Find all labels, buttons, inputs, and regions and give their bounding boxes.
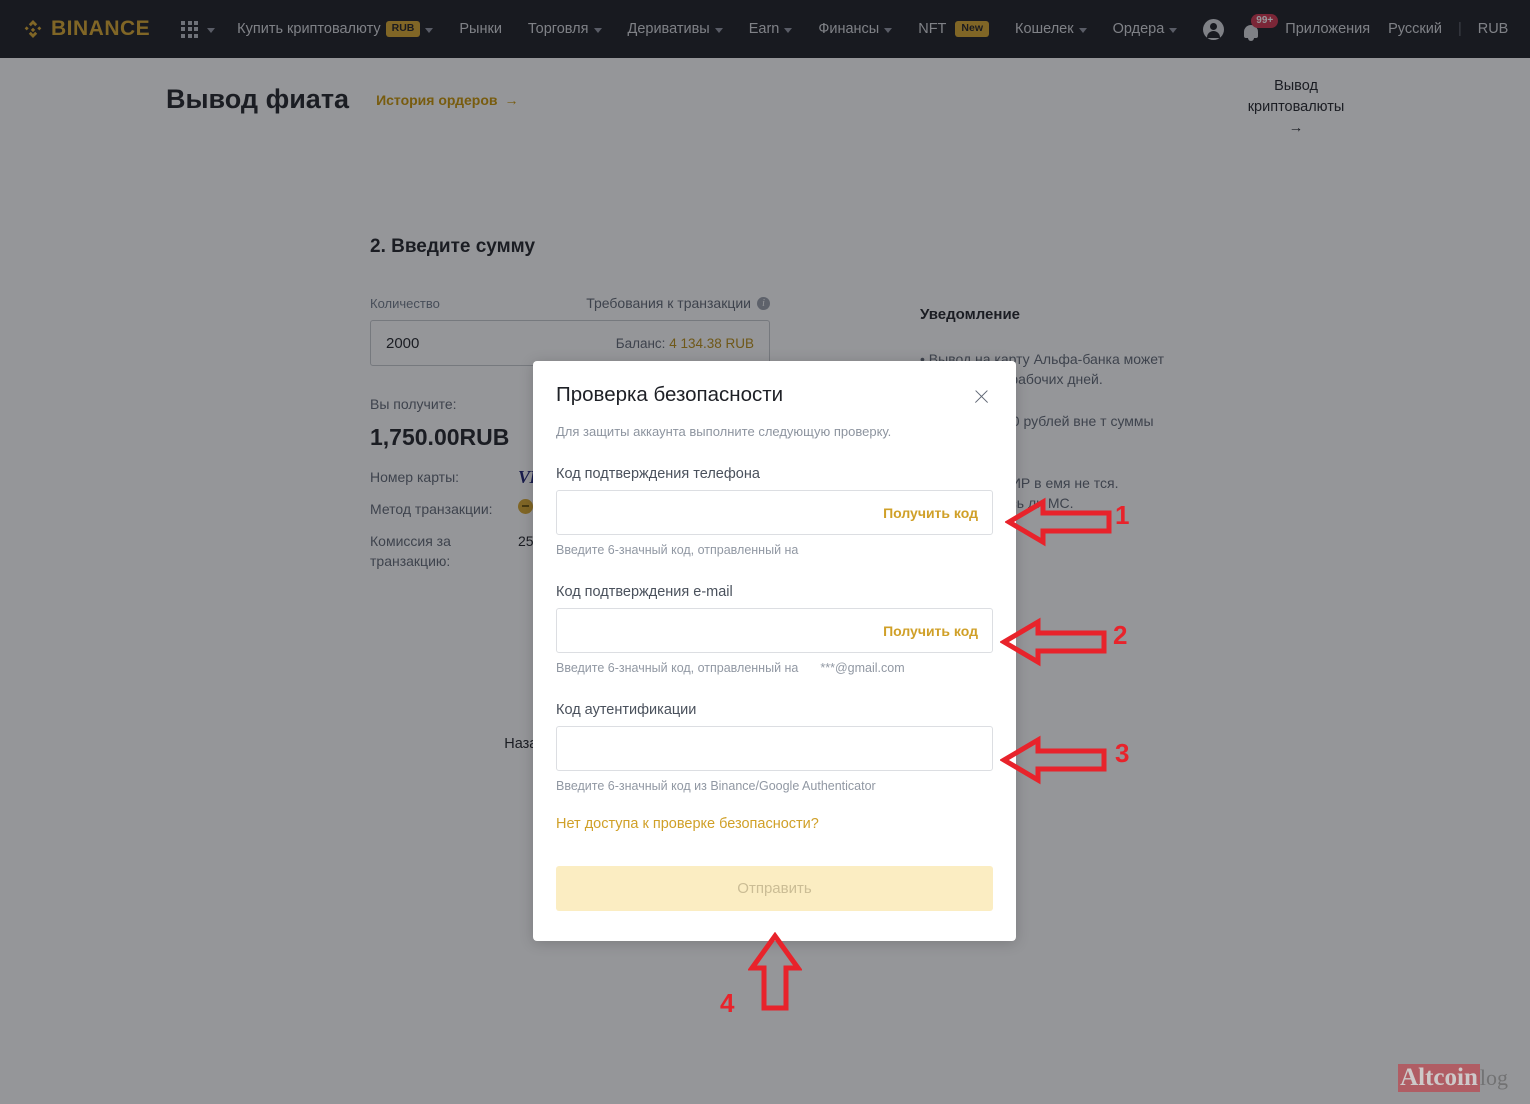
email-code-input[interactable]: Получить код	[556, 608, 993, 653]
hint-extra: ***@gmail.com	[820, 661, 905, 675]
email-code-hint: Введите 6-значный код, отправленный на *…	[556, 661, 993, 675]
annotation-arrow-2	[1000, 617, 1107, 667]
submit-button[interactable]: Отправить	[556, 866, 993, 911]
hint-text: Введите 6-значный код, отправленный на	[556, 661, 799, 675]
phone-code-hint: Введите 6-значный код, отправленный на	[556, 543, 993, 557]
annotation-arrow-1	[1005, 497, 1112, 547]
security-verification-dialog: Проверка безопасности Для защиты аккаунт…	[533, 361, 1016, 941]
dialog-subtitle: Для защиты аккаунта выполните следующую …	[556, 424, 892, 439]
annotation-number-4: 4	[720, 988, 735, 1018]
auth-code-label: Код аутентификации	[556, 702, 697, 718]
annotation-number-1: 1	[1115, 500, 1130, 530]
dialog-title: Проверка безопасности	[556, 383, 784, 406]
annotation-number-2: 2	[1113, 620, 1128, 650]
hint-text: Введите 6-значный код из Binance/Google …	[556, 779, 876, 793]
phone-code-input[interactable]: Получить код	[556, 490, 993, 535]
auth-code-field-group: Код аутентификации Введите 6-значный код…	[556, 702, 993, 793]
get-code-button-phone[interactable]: Получить код	[883, 505, 978, 521]
dialog-header: Проверка безопасности	[556, 383, 993, 408]
email-code-field-group: Код подтверждения e-mail Получить код Вв…	[556, 584, 993, 675]
watermark-part2: log	[1479, 1065, 1508, 1090]
hint-text: Введите 6-значный код, отправленный на	[556, 543, 799, 557]
email-code-label: Код подтверждения e-mail	[556, 584, 733, 600]
no-access-link[interactable]: Нет доступа к проверке безопасности?	[556, 816, 993, 832]
close-icon[interactable]	[971, 386, 993, 408]
auth-code-hint: Введите 6-значный код из Binance/Google …	[556, 779, 993, 793]
annotation-number-3: 3	[1115, 738, 1130, 768]
watermark-part1: Altcoin	[1398, 1064, 1480, 1092]
phone-code-field-group: Код подтверждения телефона Получить код …	[556, 466, 993, 557]
phone-code-label: Код подтверждения телефона	[556, 466, 760, 482]
get-code-button-email[interactable]: Получить код	[883, 623, 978, 639]
watermark: Altcoin log	[1398, 1064, 1508, 1092]
annotation-arrow-3	[1000, 735, 1107, 785]
annotation-arrow-4	[748, 932, 802, 1011]
auth-code-input[interactable]	[556, 726, 993, 771]
